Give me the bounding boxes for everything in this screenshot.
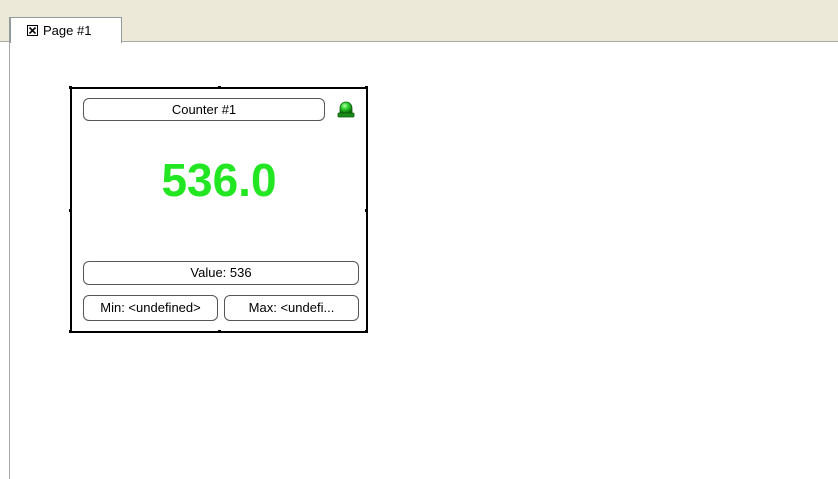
resize-handle-bottom-left[interactable] — [69, 330, 72, 333]
resize-handle-bottom-right[interactable] — [365, 330, 368, 333]
resize-handle-left[interactable] — [69, 209, 72, 212]
content-border — [9, 42, 10, 479]
tab-divider — [9, 17, 10, 43]
counter-title: Counter #1 — [83, 98, 325, 121]
counter-display-value: 536.0 — [161, 154, 277, 206]
resize-handle-bottom[interactable] — [218, 330, 221, 333]
tab-page-1[interactable]: Page #1 — [10, 17, 122, 43]
resize-handle-top-left[interactable] — [69, 86, 72, 89]
tab-label: Page #1 — [43, 23, 92, 38]
status-led-icon — [337, 100, 355, 120]
min-label: Min: <undefined> — [83, 295, 218, 321]
max-label: Max: <undefi... — [224, 295, 359, 321]
resize-handle-top-right[interactable] — [365, 86, 368, 89]
resize-handle-right[interactable] — [365, 209, 368, 212]
resize-handle-top[interactable] — [218, 86, 221, 89]
counter-widget[interactable]: Counter #1 536.0 Value: 536 Min: <undefi… — [69, 86, 368, 333]
value-label: Value: 536 — [83, 261, 359, 285]
app-window: Page #1 Counter #1 536.0 Value: 536 Min:… — [0, 0, 838, 479]
tab-strip: Page #1 — [0, 0, 838, 43]
close-icon[interactable] — [27, 25, 38, 36]
